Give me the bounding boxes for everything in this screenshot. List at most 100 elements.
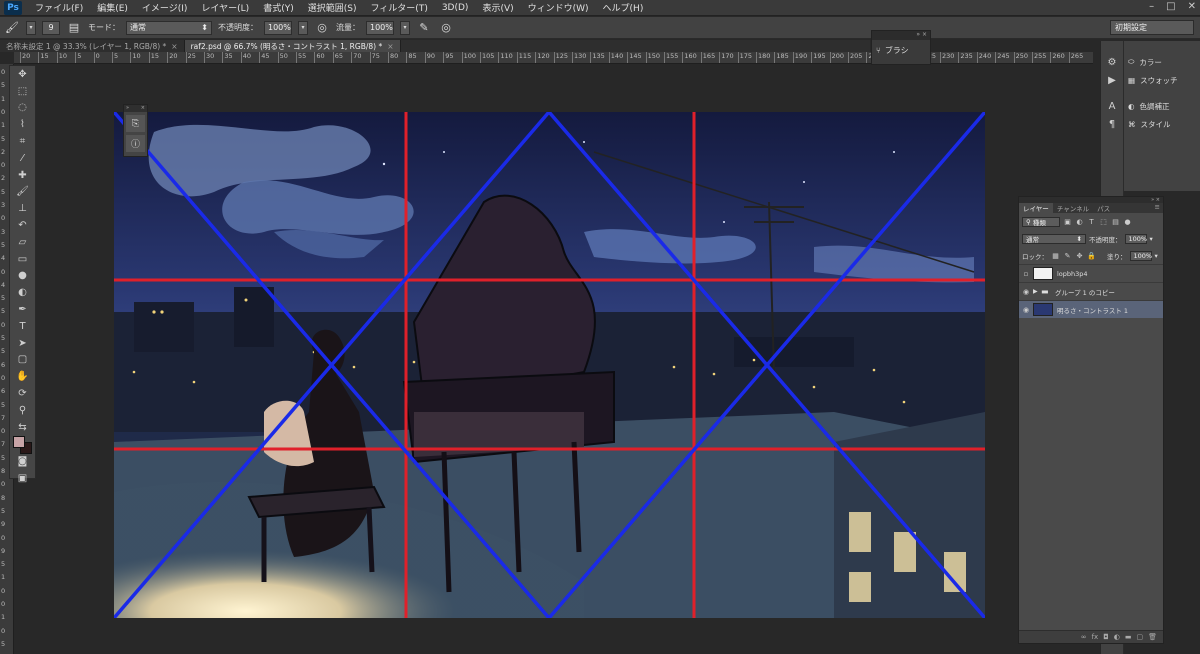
- tab-channels[interactable]: チャンネル: [1053, 203, 1093, 213]
- layer-row[interactable]: ▫ lopbh3p4: [1019, 264, 1163, 282]
- panel-menu-icon[interactable]: ≡: [1114, 203, 1163, 213]
- blend-mode-select[interactable]: 通常 ⬍: [1022, 233, 1086, 244]
- quick-select-icon[interactable]: ⌇: [10, 116, 35, 133]
- character-icon[interactable]: A: [1101, 97, 1123, 115]
- healing-icon[interactable]: ✚: [10, 167, 35, 184]
- history-icon[interactable]: ⚙: [1101, 53, 1123, 71]
- group-icon[interactable]: ▬: [1125, 633, 1132, 641]
- workspace-select[interactable]: 初期設定: [1110, 20, 1194, 35]
- color-swatches[interactable]: [10, 435, 35, 454]
- visibility-off-icon[interactable]: ▫: [1019, 270, 1033, 278]
- foreground-color[interactable]: [13, 435, 25, 448]
- pressure-opacity-icon[interactable]: ◎: [314, 20, 330, 36]
- filter-smart-icon[interactable]: ▤: [1111, 217, 1120, 226]
- preset-dropdown-icon[interactable]: ▾: [26, 20, 36, 35]
- lock-transparency-icon[interactable]: ▦: [1051, 251, 1060, 260]
- move-icon[interactable]: ✥: [10, 66, 35, 83]
- quick-mask-icon[interactable]: ◙: [10, 454, 35, 471]
- mode-select[interactable]: 通常 ⬍: [126, 20, 212, 35]
- pressure-size-icon[interactable]: ◎: [438, 20, 454, 36]
- layer-name[interactable]: lopbh3p4: [1057, 270, 1088, 278]
- path-select-icon[interactable]: ➤: [10, 335, 35, 352]
- link-icon[interactable]: ∞: [1081, 633, 1087, 641]
- dock-item-swatches[interactable]: ▦ スウォッチ: [1124, 71, 1200, 89]
- blur-icon[interactable]: ●: [10, 268, 35, 285]
- zoom-icon[interactable]: ⚲: [10, 402, 35, 419]
- eyedropper-icon[interactable]: ⁄: [10, 150, 35, 167]
- layer-opacity-input[interactable]: 100%: [1124, 233, 1147, 244]
- layer-row[interactable]: ◉ 明るさ・コントラスト 1: [1019, 300, 1163, 318]
- menu-filter[interactable]: フィルター(T): [363, 1, 434, 14]
- lock-pixels-icon[interactable]: ✎: [1063, 251, 1072, 260]
- paragraph-icon[interactable]: ¶: [1101, 115, 1123, 133]
- screen-mode-icon[interactable]: ▣: [10, 470, 35, 487]
- menu-edit[interactable]: 編集(E): [90, 1, 135, 14]
- brush-panel-toggle-icon[interactable]: ▤: [66, 20, 82, 36]
- minimize-button[interactable]: –: [1149, 1, 1154, 12]
- fx-icon[interactable]: fx: [1092, 633, 1099, 641]
- filter-toggle-icon[interactable]: ●: [1123, 217, 1132, 226]
- mask-icon[interactable]: ◘: [1103, 633, 1109, 641]
- flow-input[interactable]: 100%: [366, 20, 394, 35]
- tab-untitled-1[interactable]: 名称未設定 1 @ 33.3% (レイヤー 1, RGB/8) * ×: [0, 40, 185, 52]
- collapse-icon[interactable]: »: [916, 31, 920, 38]
- hand-icon[interactable]: ✋: [10, 368, 35, 385]
- info-icon[interactable]: ⓘ: [126, 135, 145, 152]
- menu-3d[interactable]: 3D(D): [435, 3, 476, 13]
- dock-item-adjustments[interactable]: ◐ 色調補正: [1124, 97, 1200, 115]
- menu-window[interactable]: ウィンドウ(W): [521, 1, 596, 14]
- pen-icon[interactable]: ✒: [10, 301, 35, 318]
- close-tab-icon[interactable]: ×: [171, 42, 177, 51]
- swap-colors-icon[interactable]: ⇆: [10, 419, 35, 436]
- fill-input[interactable]: 100%: [1129, 250, 1152, 261]
- lock-position-icon[interactable]: ✥: [1075, 251, 1084, 260]
- maximize-button[interactable]: □: [1166, 1, 1175, 12]
- dock-item-styles[interactable]: ⌘ スタイル: [1124, 115, 1200, 133]
- new-layer-icon[interactable]: ▢: [1136, 633, 1143, 641]
- dock-item-color[interactable]: ⬭ カラー: [1124, 53, 1200, 71]
- eraser-icon[interactable]: ▱: [10, 234, 35, 251]
- layer-name[interactable]: グループ 1 のコピー: [1055, 287, 1115, 297]
- tab-paths[interactable]: パス: [1093, 203, 1114, 213]
- dodge-icon[interactable]: ◐: [10, 284, 35, 301]
- artwork-canvas[interactable]: [114, 112, 985, 618]
- eye-icon[interactable]: ◉: [1019, 306, 1033, 314]
- menu-layer[interactable]: レイヤー(L): [194, 1, 256, 14]
- fill-dropdown-icon[interactable]: ▾: [1155, 252, 1158, 260]
- filter-shape-icon[interactable]: ⬚: [1099, 217, 1108, 226]
- eye-icon[interactable]: ◉: [1019, 288, 1033, 296]
- expand-arrow-icon[interactable]: ▶: [1033, 288, 1041, 295]
- brush-panel-button[interactable]: ⑂ ブラシ: [872, 40, 930, 61]
- close-button[interactable]: ✕: [1188, 1, 1196, 12]
- trash-icon[interactable]: 🗑: [1148, 633, 1157, 641]
- marquee-icon[interactable]: ⬚: [10, 83, 35, 100]
- rotate-view-icon[interactable]: ⟳: [10, 385, 35, 402]
- adjustment-layer-icon[interactable]: ◐: [1114, 633, 1120, 641]
- collapse-icon[interactable]: »: [126, 105, 129, 112]
- lock-all-icon[interactable]: 🔒: [1087, 251, 1096, 260]
- brush-size-picker[interactable]: 9: [42, 20, 60, 35]
- layer-name[interactable]: 明るさ・コントラスト 1: [1057, 305, 1128, 315]
- stamp-icon[interactable]: ⊥: [10, 200, 35, 217]
- menu-file[interactable]: ファイル(F): [28, 1, 90, 14]
- layer-filter-select[interactable]: ⚲ 種類: [1022, 216, 1060, 227]
- filter-adjust-icon[interactable]: ◐: [1075, 217, 1084, 226]
- tab-raf2[interactable]: raf2.psd @ 66.7% (明るさ・コントラスト 1, RGB/8) *…: [184, 40, 401, 52]
- menu-select[interactable]: 選択範囲(S): [301, 1, 364, 14]
- menu-image[interactable]: イメージ(I): [135, 1, 195, 14]
- airbrush-icon[interactable]: ✎: [416, 20, 432, 36]
- layer-row[interactable]: ◉ ▶ ▬ グループ 1 のコピー: [1019, 282, 1163, 300]
- filter-type-icon[interactable]: T: [1087, 217, 1096, 226]
- close-icon[interactable]: ×: [141, 105, 145, 112]
- tab-layers[interactable]: レイヤー: [1019, 203, 1053, 213]
- character-panel-icon[interactable]: ⎘: [126, 115, 145, 132]
- type-icon[interactable]: T: [10, 318, 35, 335]
- crop-icon[interactable]: ⌗: [10, 133, 35, 150]
- actions-icon[interactable]: ▶: [1101, 71, 1123, 89]
- menu-help[interactable]: ヘルプ(H): [596, 1, 651, 14]
- opacity-slider-toggle[interactable]: ▾: [298, 20, 308, 35]
- opacity-dropdown-icon[interactable]: ▾: [1150, 235, 1153, 243]
- brush-tool-preset-icon[interactable]: 🖌: [4, 20, 20, 36]
- opacity-input[interactable]: 100%: [264, 20, 292, 35]
- filter-pixel-icon[interactable]: ▣: [1063, 217, 1072, 226]
